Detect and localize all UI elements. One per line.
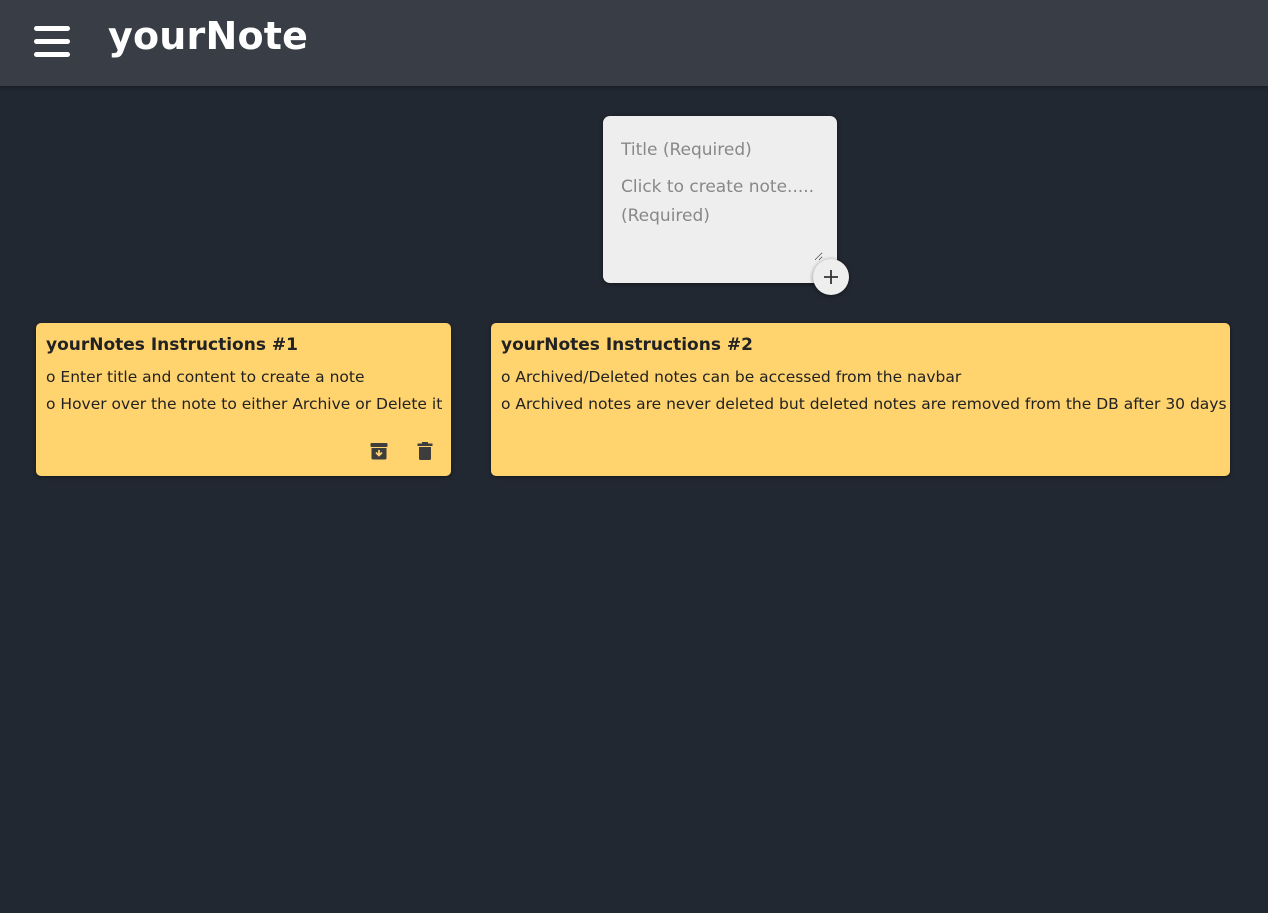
note-line: o Enter title and content to create a no… [46, 368, 365, 386]
note-line: o Archived/Deleted notes can be accessed… [501, 368, 962, 386]
note-card[interactable]: yourNotes Instructions #2 o Archived/Del… [491, 323, 1230, 476]
archive-button[interactable] [369, 440, 389, 462]
note-title: yourNotes Instructions #1 [46, 335, 298, 355]
app-title: yourNote [108, 14, 309, 58]
navbar: yourNote [0, 0, 1268, 86]
archive-icon [370, 443, 388, 460]
note-actions [369, 440, 435, 462]
note-title: yourNotes Instructions #2 [501, 335, 753, 355]
note-line: o Archived notes are never deleted but d… [501, 395, 1227, 413]
note-line: o Hover over the note to either Archive … [46, 395, 443, 413]
note-card[interactable]: yourNotes Instructions #1 o Enter title … [36, 323, 451, 476]
add-note-button[interactable] [813, 259, 849, 295]
hamburger-menu-icon[interactable] [34, 26, 70, 58]
note-content-input[interactable] [621, 173, 823, 261]
create-note-card [603, 116, 837, 283]
note-title-input[interactable] [621, 136, 821, 164]
trash-icon [417, 442, 433, 460]
plus-icon [824, 270, 838, 284]
delete-button[interactable] [415, 440, 435, 462]
